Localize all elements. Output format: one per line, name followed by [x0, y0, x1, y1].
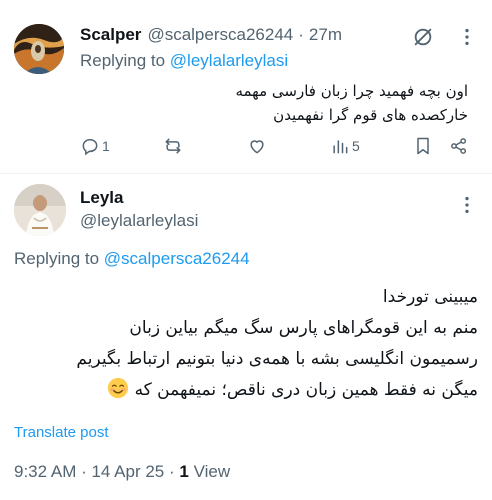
tweet-text-line-last: میگن نه فقط همین زبان دری ناقص؛ نمیفهمن …: [10, 375, 478, 406]
avatar-image: [14, 24, 64, 74]
author-name[interactable]: Leyla: [80, 188, 123, 208]
views-count: 5: [352, 138, 360, 154]
bookmark-button[interactable]: [413, 134, 433, 158]
retweet-button[interactable]: [163, 134, 183, 158]
retweet-icon: [165, 138, 181, 154]
tweet-text-line: رسمیمون انگلیسی بشه با همه‌ی دنیا بتونیم…: [76, 349, 478, 369]
tweet-card[interactable]: Scalper @scalpersca26244 · 27m Replying …: [0, 0, 492, 174]
author-handle[interactable]: @scalpersca26244: [147, 25, 293, 45]
reply-button[interactable]: 1: [80, 134, 110, 158]
reply-icon: [82, 138, 98, 156]
bookmark-icon: [417, 137, 429, 155]
more-icon[interactable]: [456, 194, 478, 216]
replying-handle-link[interactable]: @scalpersca26244: [104, 249, 250, 268]
views-count: 1: [179, 462, 189, 481]
avatar[interactable]: [14, 184, 66, 236]
views-label: View: [193, 462, 231, 481]
author-name[interactable]: Scalper: [80, 25, 141, 45]
tweet-text-line: میبینی تورخدا: [382, 287, 478, 307]
avatar-image: [14, 184, 66, 236]
share-icon: [451, 138, 467, 154]
post-time[interactable]: 27m: [309, 25, 342, 45]
like-button[interactable]: [247, 134, 267, 158]
separator-dot: ·: [298, 25, 304, 44]
grok-icon[interactable]: [412, 26, 434, 48]
translate-post-link[interactable]: Translate post: [14, 424, 109, 441]
replying-handle-link[interactable]: @leylalarleylasi: [170, 51, 288, 70]
post-timestamp[interactable]: 9:32 AM · 14 Apr 25 ·: [14, 462, 175, 481]
tweet-text-line: منم به این قومگراهای پارس سگ میگم بیاین …: [129, 318, 478, 338]
reply-count: 1: [102, 138, 110, 154]
replying-to: Replying to @leylalarleylasi: [80, 51, 288, 71]
tweet-text-line: خارکصده های قوم گرا نفهمیدن: [273, 106, 468, 124]
like-icon: [250, 140, 264, 154]
tweet-text: میبینی تورخدا منم به این قومگراهای پارس …: [10, 282, 478, 406]
tweet-text: اون بچه فهمید چرا زبان فارسی مهمه خارکصد…: [88, 79, 468, 127]
replying-to: Replying to @scalpersca26244: [14, 249, 250, 269]
views-button[interactable]: 5: [330, 134, 360, 158]
replying-prefix: Replying to: [80, 51, 166, 70]
author-handle[interactable]: @leylalarleylasi: [80, 211, 198, 231]
avatar[interactable]: [14, 24, 64, 74]
replying-prefix: Replying to: [14, 249, 100, 268]
tweet-text-line: اون بچه فهمید چرا زبان فارسی مهمه: [235, 82, 468, 100]
post-meta: 9:32 AM · 14 Apr 25 · 1 View: [14, 462, 230, 482]
share-button[interactable]: [449, 134, 469, 158]
more-icon[interactable]: [456, 26, 478, 48]
views-icon: [333, 140, 348, 154]
tweet-text-line: میگن نه فقط همین زبان دری ناقص؛ نمیفهمن …: [134, 380, 478, 400]
action-bar: 1 5: [80, 134, 472, 158]
smiling-face-emoji: [107, 377, 129, 399]
